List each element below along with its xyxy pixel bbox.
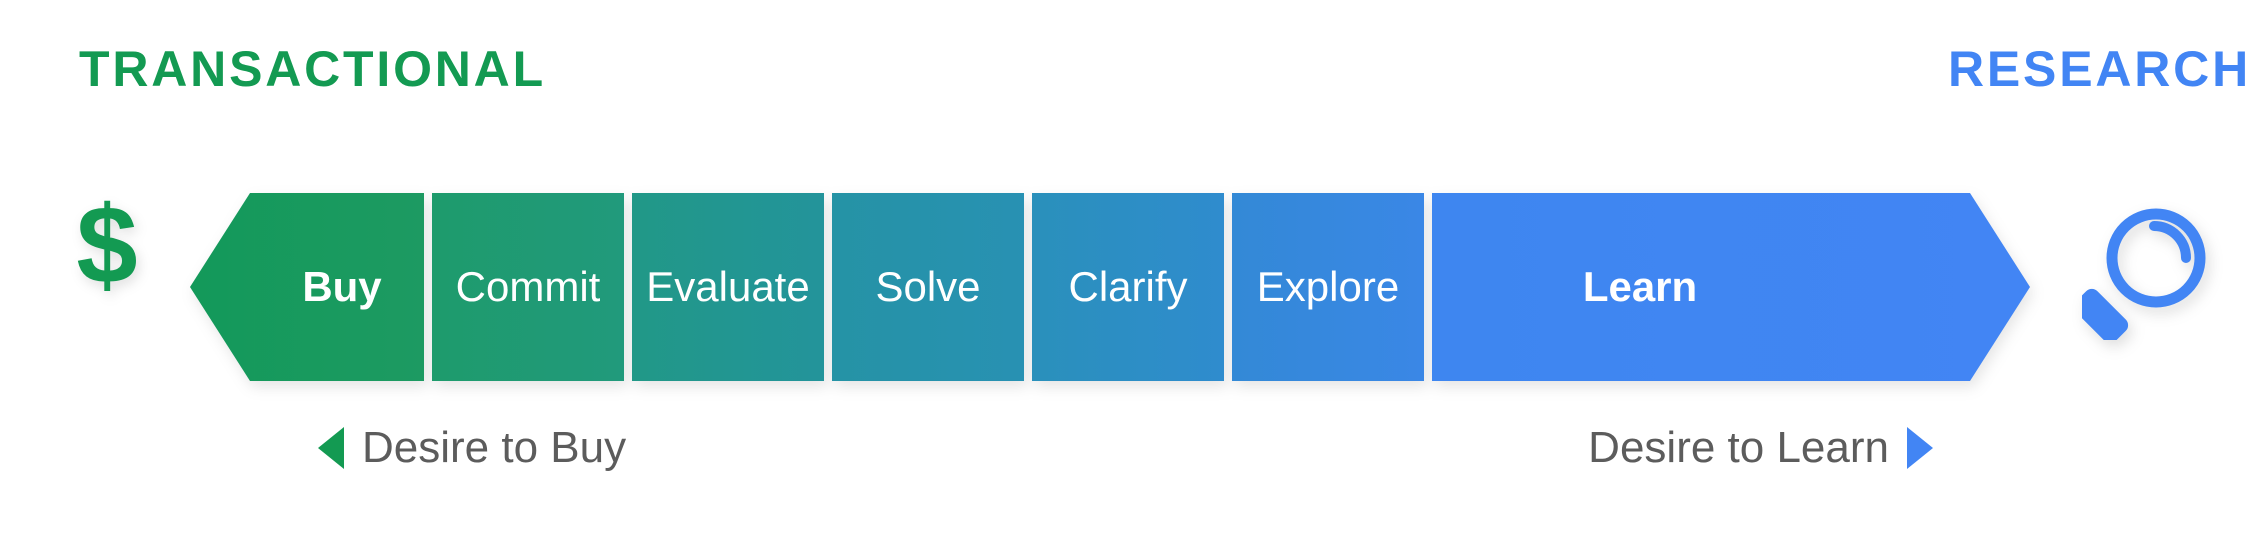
segment-label-evaluate: Evaluate xyxy=(646,263,809,310)
segment-clarify[interactable]: Clarify xyxy=(1032,193,1224,381)
segment-buy[interactable]: Buy xyxy=(190,193,424,381)
direction-left-label: Desire to Buy xyxy=(362,423,627,472)
spectrum-band: Buy Commit Evaluate Solve Clarify Explor… xyxy=(190,193,2030,381)
segment-solve[interactable]: Solve xyxy=(832,193,1024,381)
research-heading: RESEARCH xyxy=(1948,41,2251,97)
segment-commit[interactable]: Commit xyxy=(432,193,624,381)
direction-right-label: Desire to Learn xyxy=(1588,423,1889,472)
right-triangle-icon xyxy=(1907,427,1933,469)
direction-right: Desire to Learn xyxy=(1588,418,1933,478)
segment-explore[interactable]: Explore xyxy=(1232,193,1424,381)
header-row: TRANSACTIONAL RESEARCH xyxy=(0,38,2263,108)
transactional-heading: TRANSACTIONAL xyxy=(79,41,546,97)
segment-evaluate[interactable]: Evaluate xyxy=(632,193,824,381)
segment-label-buy: Buy xyxy=(302,263,382,310)
segment-label-learn: Learn xyxy=(1583,263,1697,310)
magnifying-glass-icon xyxy=(2073,200,2212,344)
segment-label-commit: Commit xyxy=(456,263,601,310)
segment-label-clarify: Clarify xyxy=(1068,263,1187,310)
magnifier-glint xyxy=(2149,221,2191,263)
spectrum-diagram: TRANSACTIONAL RESEARCH $ Buy Commit Eval… xyxy=(0,0,2263,550)
segment-learn[interactable]: Learn xyxy=(1432,193,2030,381)
segment-label-explore: Explore xyxy=(1257,263,1399,310)
segment-label-solve: Solve xyxy=(875,263,980,310)
left-triangle-icon xyxy=(318,427,344,469)
dollar-sign-icon: $ xyxy=(76,184,138,307)
direction-left: Desire to Buy xyxy=(318,418,626,478)
